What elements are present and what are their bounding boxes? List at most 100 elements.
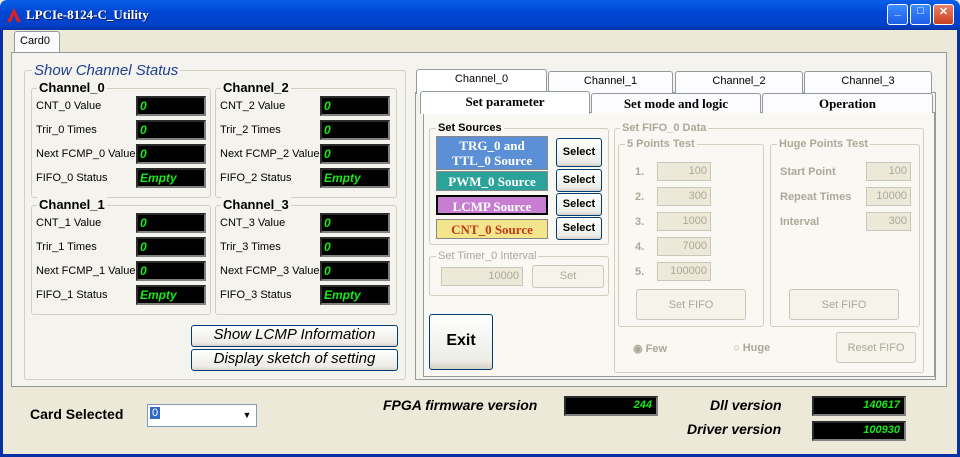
channel-status-title: Show Channel Status: [32, 62, 181, 79]
reset-fifo-button[interactable]: Reset FIFO: [836, 332, 916, 363]
tab-channel-2-label: Channel_2: [712, 75, 766, 87]
select-cnt-button[interactable]: Select: [556, 217, 602, 240]
tab-operation[interactable]: Operation: [762, 93, 933, 113]
point-number: 2.: [635, 191, 645, 203]
channel-group-title: Channel_2: [221, 80, 291, 95]
huge-param-input[interactable]: 300: [866, 212, 911, 231]
select-lcmp-button[interactable]: Select: [556, 193, 602, 216]
huge-points-title: Huge Points Test: [777, 138, 871, 150]
cnt-source-label: CNT_0 Source: [436, 219, 548, 239]
point-number: 3.: [635, 216, 645, 228]
fpga-value: 244: [564, 396, 658, 416]
minimize-button[interactable]: _: [887, 4, 908, 25]
channel-group-title: Channel_3: [221, 197, 291, 212]
card-select-value: 0: [150, 407, 161, 419]
status-value: 0: [136, 213, 206, 233]
status-value: Empty: [136, 285, 206, 305]
status-label: Next FCMP_3 Value: [220, 265, 320, 277]
status-label: Next FCMP_2 Value: [220, 148, 320, 160]
maximize-button[interactable]: □: [910, 4, 931, 25]
status-label: CNT_1 Value: [36, 217, 102, 229]
status-label: FIFO_2 Status: [220, 172, 292, 184]
point-input[interactable]: 300: [657, 187, 711, 206]
card-select-dropdown[interactable]: 0 ▼: [147, 404, 257, 427]
close-button[interactable]: ✕: [933, 4, 954, 25]
huge-label: Huge: [742, 342, 771, 354]
point-input[interactable]: 100: [657, 162, 711, 181]
huge-param-label: Interval: [780, 216, 820, 228]
status-value: 0: [320, 144, 390, 164]
few-radio[interactable]: ◉ Few: [633, 342, 667, 355]
tab-card0[interactable]: Card0: [14, 31, 60, 53]
set-timer-button[interactable]: Set: [532, 265, 604, 288]
status-value: 0: [320, 261, 390, 281]
point-input[interactable]: 100000: [657, 262, 711, 281]
exit-button[interactable]: Exit: [429, 314, 493, 370]
tab-set-parameter[interactable]: Set parameter: [420, 91, 590, 114]
select-trg-ttl-button[interactable]: Select: [556, 138, 602, 167]
five-points-title: 5 Points Test: [625, 138, 697, 150]
status-label: Next FCMP_0 Value: [36, 148, 136, 160]
status-label: Trir_1 Times: [36, 241, 97, 253]
status-value: 0: [320, 120, 390, 140]
channel-group-title: Channel_1: [37, 197, 107, 212]
point-input[interactable]: 7000: [657, 237, 711, 256]
status-label: FIFO_3 Status: [220, 289, 292, 301]
status-value: 0: [136, 120, 206, 140]
status-label: Trir_2 Times: [220, 124, 281, 136]
show-lcmp-button[interactable]: Show LCMP Information: [191, 325, 398, 347]
status-value: 0: [320, 213, 390, 233]
trg-ttl-line1: TRG_0 and: [459, 138, 525, 153]
tab-channel-1-label: Channel_1: [583, 75, 638, 87]
huge-param-input[interactable]: 100: [866, 162, 911, 181]
status-value: 0: [136, 144, 206, 164]
point-number: 4.: [635, 241, 645, 253]
trg-ttl-source-label: TRG_0 and TTL_0 Source: [436, 136, 548, 170]
status-label: CNT_3 Value: [220, 217, 286, 229]
status-label: FIFO_1 Status: [36, 289, 108, 301]
status-value: 0: [320, 237, 390, 257]
dll-label: Dll version: [710, 397, 782, 413]
huge-param-label: Start Point: [780, 166, 836, 178]
tab-card0-label: Card0: [20, 35, 50, 47]
status-label: Next FCMP_1 Value: [36, 265, 136, 277]
huge-param-input[interactable]: 10000: [866, 187, 911, 206]
status-value: 0: [136, 237, 206, 257]
set-fifo-huge-button[interactable]: Set FIFO: [789, 289, 899, 320]
tab-set-mode[interactable]: Set mode and logic: [591, 93, 761, 113]
tab-channel-1[interactable]: Channel_1: [548, 71, 673, 93]
driver-value: 100930: [812, 421, 906, 441]
chevron-down-icon: ▼: [242, 410, 252, 420]
status-label: CNT_0 Value: [36, 100, 102, 112]
card-selected-label: Card Selected: [30, 406, 124, 422]
point-input[interactable]: 1000: [657, 212, 711, 231]
set-fifo-5pt-button[interactable]: Set FIFO: [636, 289, 746, 320]
maximize-icon: □: [917, 5, 924, 17]
select-pwm-button[interactable]: Select: [556, 169, 602, 192]
status-value: 0: [320, 96, 390, 116]
tab-channel-0-label: Channel_0: [454, 73, 509, 85]
minimize-icon: _: [894, 5, 901, 17]
radio-unchecked-icon: ○: [733, 342, 740, 354]
huge-radio[interactable]: ○ Huge: [733, 342, 770, 354]
lcmp-source-label: LCMP Source: [436, 195, 548, 215]
trg-ttl-line2: TTL_0 Source: [451, 153, 533, 168]
status-label: Trir_0 Times: [36, 124, 97, 136]
fpga-label: FPGA firmware version: [383, 397, 538, 413]
point-number: 5.: [635, 266, 645, 278]
huge-param-label: Repeat Times: [780, 191, 852, 203]
display-sketch-button[interactable]: Display sketch of setting: [191, 349, 398, 371]
title-bar: LPCIe-8124-C_Utility _ □ ✕: [0, 0, 960, 30]
timer-interval-input[interactable]: 10000: [441, 267, 523, 286]
tab-channel-3-label: Channel_3: [841, 75, 895, 87]
status-label: Trir_3 Times: [220, 241, 281, 253]
status-value: Empty: [136, 168, 206, 188]
status-value: 0: [136, 261, 206, 281]
status-value: Empty: [320, 285, 390, 305]
timer-title: Set Timer_0 Interval: [436, 250, 539, 262]
tab-channel-3[interactable]: Channel_3: [804, 71, 932, 93]
driver-label: Driver version: [687, 421, 782, 437]
channel-group-title: Channel_0: [37, 80, 107, 95]
tab-channel-2[interactable]: Channel_2: [675, 71, 803, 93]
status-label: FIFO_0 Status: [36, 172, 108, 184]
